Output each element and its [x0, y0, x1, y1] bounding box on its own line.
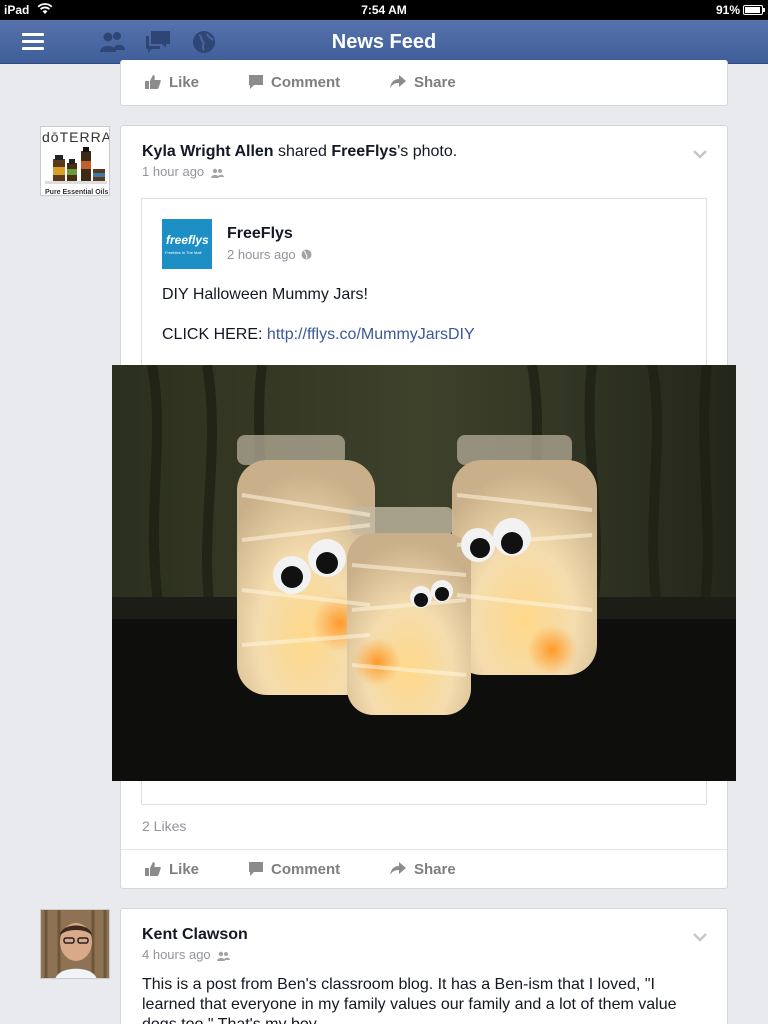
like-label: Like: [169, 74, 200, 91]
share-label: Share: [414, 74, 456, 91]
comment-label: Comment: [271, 74, 341, 91]
share-icon: [390, 75, 406, 88]
chevron-down-icon[interactable]: [693, 149, 707, 159]
comment-button[interactable]: Comment: [249, 74, 340, 91]
logo-text: freeflys: [166, 233, 209, 247]
previous-post-card: Like Comment Share: [120, 60, 728, 106]
shared-post-meta: 2 hours ago: [227, 247, 312, 262]
like-button[interactable]: Like: [145, 74, 199, 91]
post-text: This is a post from Ben's classroom blog…: [142, 976, 677, 1024]
shared-post-time[interactable]: 2 hours ago: [227, 247, 296, 262]
avatar[interactable]: [40, 909, 110, 979]
action-bar: Like Comment Share: [121, 850, 727, 890]
avatar[interactable]: dōTERRA Pure Essential Oils: [40, 126, 110, 196]
battery-icon: [743, 5, 765, 15]
share-icon: [390, 862, 406, 875]
like-button[interactable]: Like: [145, 861, 199, 878]
clock: 7:54 AM: [361, 3, 407, 17]
post-header: Kent Clawson: [142, 926, 248, 944]
chevron-down-icon[interactable]: [693, 932, 707, 942]
like-label: Like: [169, 861, 200, 878]
post-header: Kyla Wright Allen shared FreeFlys's phot…: [142, 143, 457, 161]
comment-icon: [249, 75, 263, 89]
shared-object: 's photo.: [397, 143, 458, 160]
post-meta: 4 hours ago: [142, 947, 231, 962]
author-name[interactable]: Kyla Wright Allen: [142, 143, 274, 160]
comment-icon: [249, 862, 263, 876]
post-card: Kent Clawson 4 hours ago This is a post …: [120, 908, 728, 1024]
profile-photo: [41, 910, 109, 978]
click-here-line: CLICK HERE: http://fflys.co/MummyJarsDIY: [162, 326, 475, 344]
comment-label: Comment: [271, 861, 341, 878]
friends-audience-icon: [210, 168, 224, 178]
share-button[interactable]: Share: [390, 74, 456, 91]
click-here-label: CLICK HERE:: [162, 326, 263, 343]
thumbs-up-icon: [145, 862, 161, 876]
logo-subtext: Freebies In The Mail: [165, 250, 202, 255]
mummy-jars-image: [112, 365, 736, 781]
globe-audience-icon: [301, 249, 312, 260]
doterra-logo: dōTERRA: [42, 129, 110, 145]
author-name[interactable]: Kent Clawson: [142, 926, 248, 943]
status-bar: iPad 7:54 AM 91%: [0, 0, 768, 20]
post-time[interactable]: 1 hour ago: [142, 164, 204, 179]
post-time[interactable]: 4 hours ago: [142, 947, 211, 962]
page-title: News Feed: [331, 31, 437, 53]
likes-count[interactable]: 2 Likes: [142, 818, 186, 834]
share-label: Share: [414, 861, 456, 878]
shared-link[interactable]: http://fflys.co/MummyJarsDIY: [267, 326, 475, 343]
freeflys-logo[interactable]: freeflys Freebies In The Mail: [162, 219, 212, 269]
friends-audience-icon: [217, 951, 231, 961]
shared-post-text: DIY Halloween Mummy Jars!: [162, 286, 368, 303]
battery-percent: 91%: [715, 3, 740, 17]
shared-page-title[interactable]: FreeFlys: [227, 225, 293, 243]
comment-button[interactable]: Comment: [249, 861, 340, 878]
oil-bottles-image: [45, 147, 107, 184]
thumbs-up-icon: [145, 75, 161, 89]
action-bar: Like Comment Share: [121, 63, 727, 103]
shared-page-name[interactable]: FreeFlys: [331, 143, 397, 160]
shared-verb: shared: [278, 143, 327, 160]
shared-photo[interactable]: [112, 365, 736, 781]
post-meta: 1 hour ago: [142, 164, 224, 179]
avatar-caption: Pure Essential Oils: [45, 189, 109, 196]
nav-bar: News Feed: [0, 20, 768, 64]
share-button[interactable]: Share: [390, 861, 456, 878]
